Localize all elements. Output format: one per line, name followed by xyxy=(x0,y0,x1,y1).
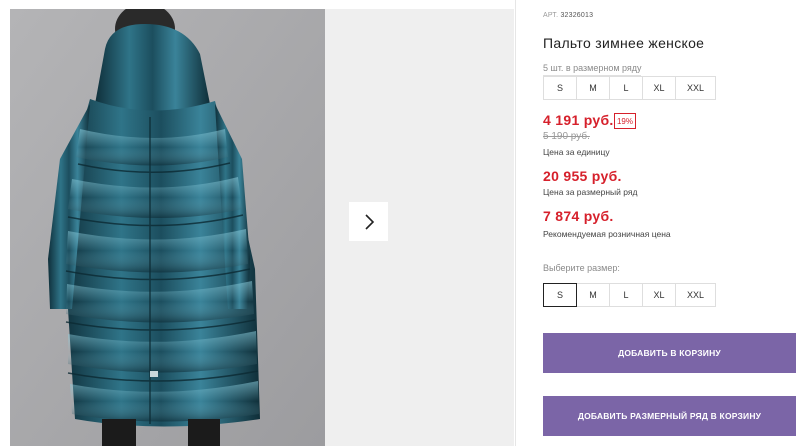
size-option-m[interactable]: M xyxy=(576,283,610,307)
pack-size-xl: XL xyxy=(642,76,676,100)
pack-size-m: M xyxy=(576,76,610,100)
retail-price-caption: Рекомендуемая розничная цена xyxy=(543,229,671,239)
size-selector: S M L XL XXL xyxy=(543,283,716,307)
product-title: Пальто зимнее женское xyxy=(543,35,705,51)
pack-price-caption: Цена за размерный ряд xyxy=(543,187,638,197)
product-photo[interactable] xyxy=(10,9,325,446)
unit-price: 4 191 руб. xyxy=(543,112,614,128)
chevron-right-icon xyxy=(364,213,374,230)
divider xyxy=(515,0,516,446)
pack-size-xxl: XXL xyxy=(675,76,716,100)
discount-badge: 19% xyxy=(614,113,636,129)
unit-price-caption: Цена за единицу xyxy=(543,147,610,157)
retail-price: 7 874 руб. xyxy=(543,208,614,224)
pack-size-list: S M L XL XXL xyxy=(543,76,716,100)
pack-size-s: S xyxy=(543,76,577,100)
article-value: 32326013 xyxy=(560,12,594,19)
add-to-cart-button[interactable]: ДОБАВИТЬ В КОРЗИНУ xyxy=(543,333,796,373)
pack-size-l: L xyxy=(609,76,643,100)
size-option-xl[interactable]: XL xyxy=(642,283,676,307)
product-gallery xyxy=(0,0,520,446)
choose-size-label: Выберите размер: xyxy=(543,263,620,273)
size-option-s[interactable]: S xyxy=(543,283,577,307)
size-option-xxl[interactable]: XXL xyxy=(675,283,716,307)
pack-info: 5 шт. в размерном ряду xyxy=(543,63,642,73)
article-label: АРТ. xyxy=(543,12,559,19)
next-image-button[interactable] xyxy=(349,202,388,241)
product-info: АРТ. 32326013 Пальто зимнее женское 5 шт… xyxy=(543,0,800,446)
article-number: АРТ. 32326013 xyxy=(543,12,593,19)
add-pack-to-cart-button[interactable]: ДОБАВИТЬ РАЗМЕРНЫЙ РЯД В КОРЗИНУ xyxy=(543,396,796,436)
old-price: 5 190 руб. xyxy=(543,131,590,142)
pack-price: 20 955 руб. xyxy=(543,168,622,184)
size-option-l[interactable]: L xyxy=(609,283,643,307)
coat-illustration xyxy=(10,9,325,446)
